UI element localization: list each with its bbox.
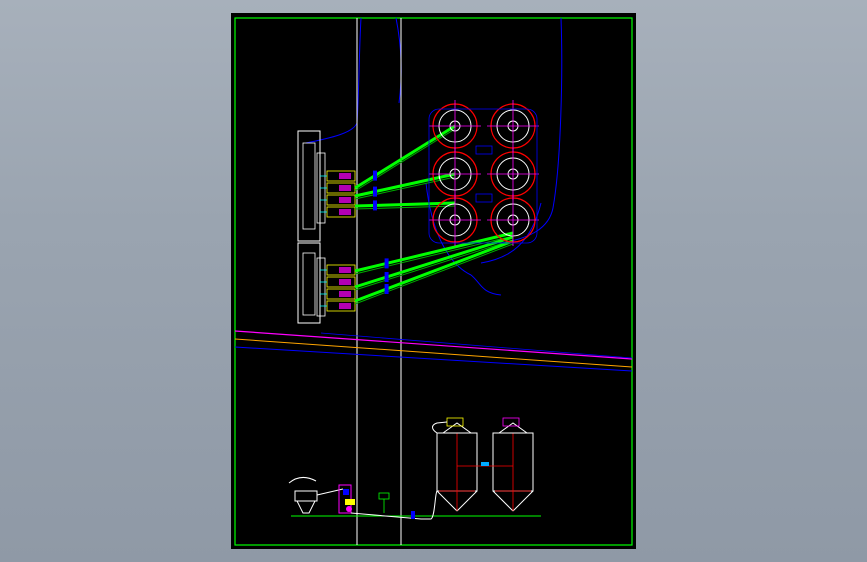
conveyor-drive-6	[384, 284, 389, 294]
pipe-line-blue-1	[234, 346, 633, 372]
drawing-sheet[interactable]	[231, 13, 636, 549]
silo-plan-2	[487, 100, 539, 152]
conveyor-5	[354, 235, 514, 289]
site-boundary-mid	[395, 17, 402, 104]
valve-marker	[411, 511, 415, 519]
silo-group	[428, 100, 539, 246]
silo-dimension-tag	[481, 462, 489, 466]
truck-hopper[interactable]	[288, 477, 355, 514]
conveyor-drive-2	[373, 186, 377, 197]
silo-elevation-2[interactable]	[492, 417, 534, 512]
drawing-frame	[234, 17, 633, 546]
silo-link-2	[475, 193, 493, 203]
silo-plan-1	[429, 100, 481, 152]
silo-link-1	[475, 145, 493, 155]
silo-plan-5	[429, 194, 481, 246]
conveyor-drive-3	[373, 200, 377, 211]
conveyor-drive-5	[384, 272, 389, 282]
cad-drawing	[234, 17, 633, 546]
ground-pipe	[350, 490, 438, 520]
cad-viewer	[0, 0, 867, 562]
pipe-line-blue-2	[320, 332, 633, 359]
loading-unit-lower[interactable]	[297, 242, 326, 324]
silo-elevation-1[interactable]	[436, 417, 478, 512]
silo-plan-4	[487, 148, 539, 200]
conveyor-drive-1	[373, 170, 377, 181]
pipe-line-magenta	[234, 330, 633, 360]
loading-unit-upper[interactable]	[297, 130, 326, 242]
silo-plan-3	[429, 148, 481, 200]
pump-marker	[378, 492, 390, 500]
site-boundary-left	[305, 17, 362, 144]
conveyor-drive-4	[384, 258, 389, 269]
